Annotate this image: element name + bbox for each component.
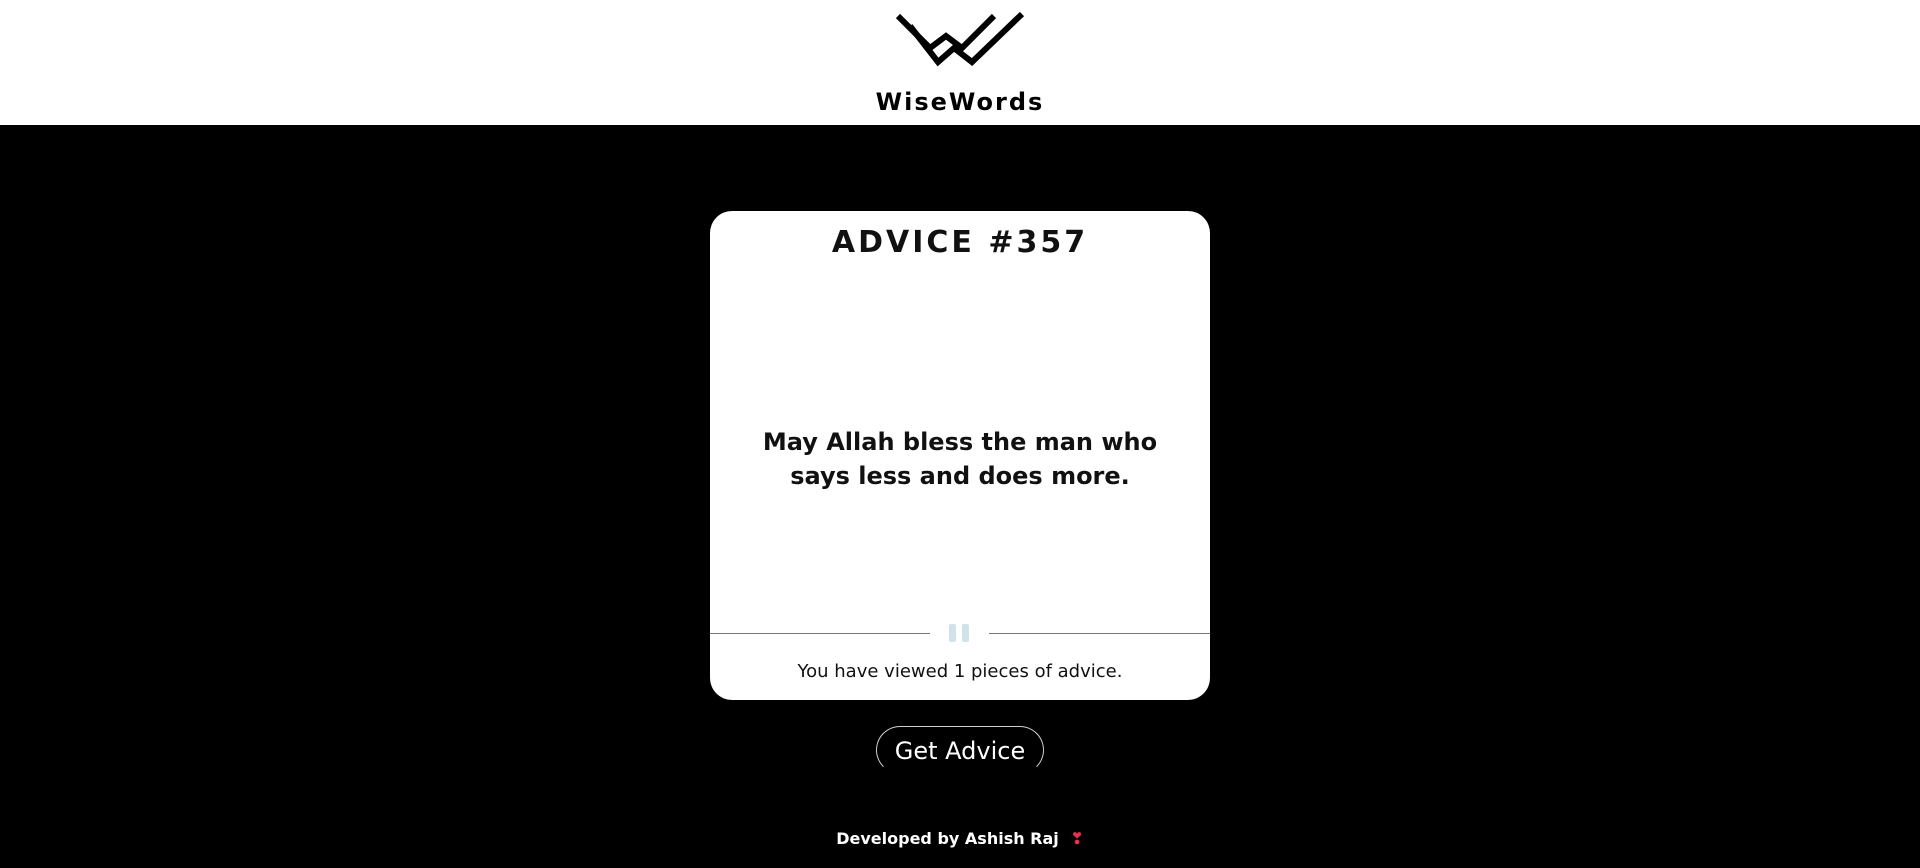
divider-left [710, 633, 930, 634]
get-advice-button[interactable]: Get Advice [876, 726, 1044, 774]
developed-by-text: Developed by Ashish Raj [836, 829, 1059, 848]
footer: Developed by Ashish Raj ❣ [0, 829, 1920, 848]
viewed-count-text: You have viewed 1 pieces of advice. [797, 661, 1123, 682]
advice-card: ADVICE #357 May Allah bless the man who … [710, 211, 1210, 700]
advice-id: ADVICE #357 [831, 225, 1089, 260]
heart-icon: ❣ [1070, 829, 1084, 848]
wisewords-logo-icon[interactable] [896, 8, 1024, 76]
brand-name: WiseWords [875, 88, 1045, 116]
advice-text: May Allah bless the man who says less an… [762, 428, 1158, 490]
pause-icon [947, 624, 973, 642]
divider-right [989, 633, 1210, 634]
site-header: WiseWords [0, 0, 1920, 125]
